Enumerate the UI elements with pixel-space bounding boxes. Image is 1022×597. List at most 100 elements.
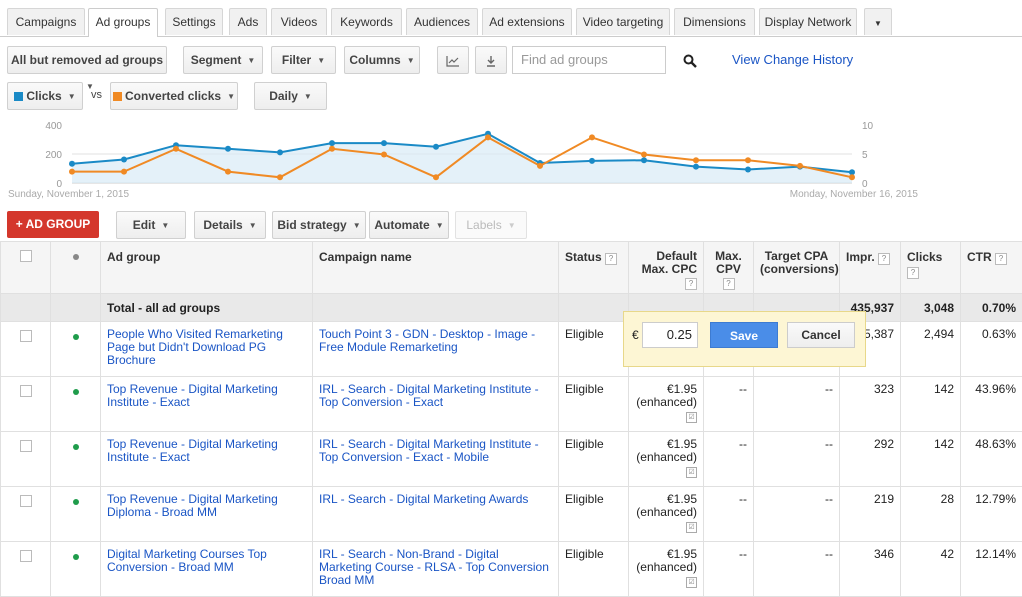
cancel-button[interactable]: Cancel bbox=[787, 322, 855, 348]
data-point-clicks[interactable] bbox=[693, 164, 699, 170]
data-point-converted-clicks[interactable] bbox=[381, 152, 387, 158]
row-checkbox[interactable] bbox=[20, 440, 32, 452]
help-icon[interactable]: ? bbox=[878, 253, 890, 265]
enhanced-cpc-icon: ☑ bbox=[686, 522, 697, 533]
period-dropdown[interactable]: Daily▼ bbox=[254, 82, 327, 110]
status-column-icon bbox=[73, 254, 79, 260]
filter-dropdown[interactable]: Filter▼ bbox=[271, 46, 336, 74]
ad-group-link[interactable]: Top Revenue - Digital Marketing Institut… bbox=[101, 377, 312, 409]
data-point-converted-clicks[interactable] bbox=[173, 146, 179, 152]
header-clicks-label: Clicks bbox=[907, 250, 942, 264]
bid-strategy-dropdown[interactable]: Bid strategy▼ bbox=[272, 211, 366, 239]
data-point-converted-clicks[interactable] bbox=[537, 163, 543, 169]
download-button[interactable] bbox=[475, 46, 507, 74]
header-ctr[interactable]: CTR ? bbox=[961, 242, 1022, 294]
ad-group-link[interactable]: Digital Marketing Courses Top Conversion… bbox=[101, 542, 312, 574]
campaign-link[interactable]: IRL - Search - Non-Brand - Digital Marke… bbox=[313, 542, 558, 587]
more-tabs-button[interactable]: ▼ bbox=[864, 8, 892, 35]
data-point-converted-clicks[interactable] bbox=[745, 157, 751, 163]
bid-input[interactable]: 0.25 bbox=[642, 322, 698, 348]
add-ad-group-button[interactable]: + AD GROUP bbox=[7, 211, 99, 238]
search-button[interactable] bbox=[668, 46, 712, 74]
data-point-converted-clicks[interactable] bbox=[485, 134, 491, 140]
data-point-converted-clicks[interactable] bbox=[641, 152, 647, 158]
select-all-checkbox[interactable] bbox=[20, 250, 32, 262]
row-checkbox[interactable] bbox=[20, 550, 32, 562]
ad-group-link[interactable]: Top Revenue - Digital Marketing Diploma … bbox=[101, 487, 312, 519]
data-point-converted-clicks[interactable] bbox=[329, 146, 335, 152]
data-point-converted-clicks[interactable] bbox=[693, 157, 699, 163]
data-point-clicks[interactable] bbox=[69, 161, 75, 167]
details-dropdown[interactable]: Details▼ bbox=[194, 211, 266, 239]
tab-ads[interactable]: Ads bbox=[229, 8, 267, 35]
header-impr[interactable]: Impr. ? bbox=[840, 242, 901, 294]
header-max-cpv[interactable]: Max.CPV? bbox=[704, 242, 754, 294]
campaign-link[interactable]: IRL - Search - Digital Marketing Institu… bbox=[313, 432, 558, 464]
header-status[interactable]: Status ? bbox=[559, 242, 629, 294]
help-icon[interactable]: ? bbox=[723, 278, 735, 290]
ctr-value: 12.79% bbox=[961, 487, 1022, 506]
campaign-link[interactable]: Touch Point 3 - GDN - Desktop - Image - … bbox=[313, 322, 558, 354]
header-select bbox=[1, 242, 51, 294]
data-point-converted-clicks[interactable] bbox=[797, 163, 803, 169]
tab-campaigns[interactable]: Campaigns bbox=[7, 8, 85, 35]
data-point-converted-clicks[interactable] bbox=[433, 174, 439, 180]
tab-display-network[interactable]: Display Network bbox=[759, 8, 857, 35]
help-icon[interactable]: ? bbox=[907, 267, 919, 279]
view-change-history-link[interactable]: View Change History bbox=[732, 52, 853, 67]
tab-audiences[interactable]: Audiences bbox=[406, 8, 478, 35]
data-point-clicks[interactable] bbox=[433, 144, 439, 150]
automate-dropdown[interactable]: Automate▼ bbox=[369, 211, 449, 239]
search-input[interactable]: Find ad groups bbox=[512, 46, 666, 74]
header-target-cpa[interactable]: Target CPA(conversions) bbox=[754, 242, 840, 294]
row-checkbox[interactable] bbox=[20, 330, 32, 342]
data-point-converted-clicks[interactable] bbox=[277, 174, 283, 180]
header-ad-group[interactable]: Ad group bbox=[101, 242, 313, 294]
tab-bar: Campaigns Ad groups Settings Ads Videos … bbox=[0, 0, 1022, 37]
segment-label: Segment bbox=[191, 53, 242, 67]
data-point-clicks[interactable] bbox=[121, 157, 127, 163]
edit-dropdown[interactable]: Edit▼ bbox=[116, 211, 186, 239]
campaign-link[interactable]: IRL - Search - Digital Marketing Institu… bbox=[313, 377, 558, 409]
save-button[interactable]: Save bbox=[710, 322, 778, 348]
header-clicks[interactable]: Clicks ? bbox=[901, 242, 961, 294]
tab-settings[interactable]: Settings bbox=[165, 8, 223, 35]
tab-dimensions[interactable]: Dimensions bbox=[674, 8, 755, 35]
tab-videos[interactable]: Videos bbox=[271, 8, 327, 35]
data-point-clicks[interactable] bbox=[225, 146, 231, 152]
header-default-cpc[interactable]: DefaultMax. CPC? bbox=[629, 242, 704, 294]
data-point-clicks[interactable] bbox=[745, 167, 751, 173]
data-point-converted-clicks[interactable] bbox=[589, 134, 595, 140]
segment-dropdown[interactable]: Segment▼ bbox=[183, 46, 263, 74]
data-point-converted-clicks[interactable] bbox=[849, 174, 855, 180]
columns-dropdown[interactable]: Columns▼ bbox=[344, 46, 420, 74]
data-point-clicks[interactable] bbox=[641, 157, 647, 163]
row-checkbox[interactable] bbox=[20, 495, 32, 507]
help-icon[interactable]: ? bbox=[605, 253, 617, 265]
data-point-clicks[interactable] bbox=[329, 140, 335, 146]
data-point-converted-clicks[interactable] bbox=[69, 169, 75, 175]
data-point-converted-clicks[interactable] bbox=[121, 169, 127, 175]
metric1-dropdown[interactable]: Clicks▼ bbox=[7, 82, 83, 110]
data-point-converted-clicks[interactable] bbox=[225, 169, 231, 175]
help-icon[interactable]: ? bbox=[685, 278, 697, 290]
tab-ad-extensions[interactable]: Ad extensions bbox=[482, 8, 572, 35]
data-point-clicks[interactable] bbox=[589, 158, 595, 164]
view-filter-dropdown[interactable]: All but removed ad groups▼ bbox=[7, 46, 167, 74]
row-checkbox[interactable] bbox=[20, 385, 32, 397]
left-tick: 200 bbox=[45, 150, 62, 161]
campaign-link[interactable]: IRL - Search - Digital Marketing Awards bbox=[313, 487, 558, 506]
tab-ad-groups[interactable]: Ad groups bbox=[88, 8, 158, 37]
vs-label: vs bbox=[91, 89, 102, 101]
tab-keywords[interactable]: Keywords bbox=[331, 8, 402, 35]
data-point-clicks[interactable] bbox=[277, 149, 283, 155]
target-cpa-value: -- bbox=[754, 487, 839, 506]
data-point-clicks[interactable] bbox=[381, 140, 387, 146]
header-campaign[interactable]: Campaign name bbox=[313, 242, 559, 294]
chart-toggle-button[interactable] bbox=[437, 46, 469, 74]
tab-video-targeting[interactable]: Video targeting bbox=[576, 8, 670, 35]
help-icon[interactable]: ? bbox=[995, 253, 1007, 265]
metric2-dropdown[interactable]: Converted clicks▼ bbox=[110, 82, 238, 110]
ad-group-link[interactable]: People Who Visited Remarketing Page but … bbox=[101, 322, 312, 367]
ad-group-link[interactable]: Top Revenue - Digital Marketing Institut… bbox=[101, 432, 312, 464]
